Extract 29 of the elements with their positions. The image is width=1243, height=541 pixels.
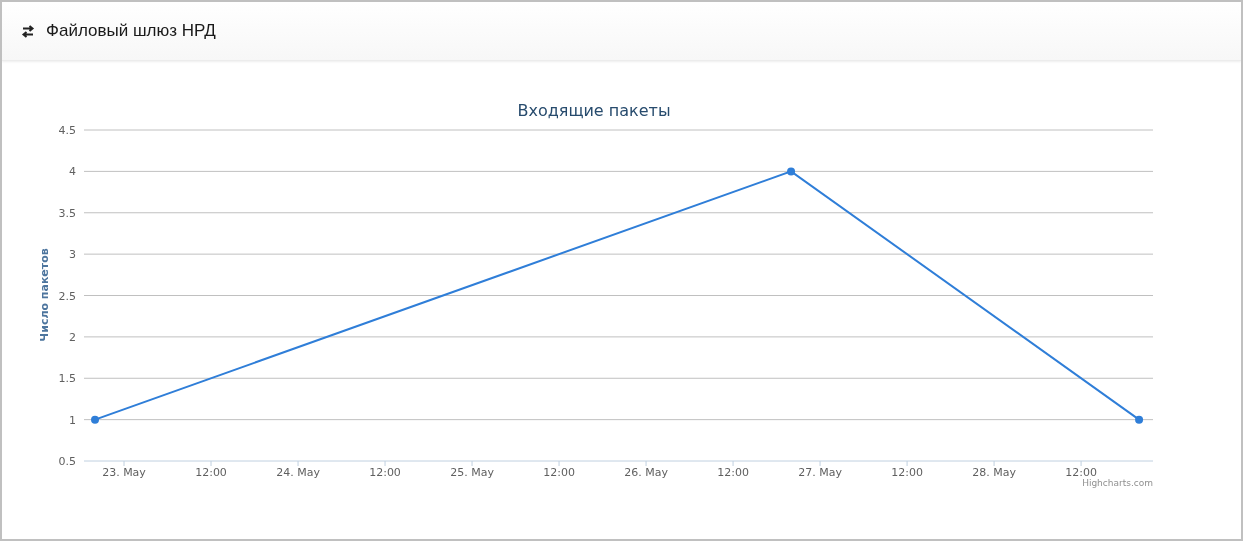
y-axis-title: Число пакетов xyxy=(38,248,51,342)
data-point xyxy=(91,415,99,424)
y-tick-label: 1 xyxy=(69,413,76,427)
x-tick-label: 25. May xyxy=(450,466,494,479)
credits-link[interactable]: Highcharts.com xyxy=(1082,478,1153,488)
y-tick-label: 2.5 xyxy=(58,289,76,303)
x-tick-label: 23. May xyxy=(102,466,146,479)
x-tick-label: 12:00 xyxy=(1065,466,1097,479)
y-tick-label: 4.5 xyxy=(58,124,76,137)
y-tick-label: 1.5 xyxy=(58,372,76,386)
x-tick-label: 12:00 xyxy=(891,466,923,479)
page-title: Файловый шлюз НРД xyxy=(46,21,216,41)
x-tick-label: 12:00 xyxy=(717,466,749,479)
x-tick-label: 24. May xyxy=(276,466,320,479)
chart-title: Входящие пакеты xyxy=(517,101,671,120)
exchange-arrows-icon xyxy=(20,24,36,38)
x-tick-label: 26. May xyxy=(624,466,668,479)
y-tick-label: 3.5 xyxy=(58,206,76,220)
x-tick-label: 12:00 xyxy=(543,466,575,479)
data-point xyxy=(1135,415,1144,424)
x-tick-label: 27. May xyxy=(798,466,842,479)
x-tick-label: 28. May xyxy=(972,466,1016,479)
x-tick-label: 12:00 xyxy=(195,466,227,479)
data-point xyxy=(787,167,796,176)
y-tick-label: 3 xyxy=(69,248,76,262)
x-tick-label: 12:00 xyxy=(369,466,401,479)
y-tick-label: 4 xyxy=(69,165,76,179)
y-tick-label: 2 xyxy=(69,330,76,344)
y-tick-label: 0.5 xyxy=(58,455,76,468)
